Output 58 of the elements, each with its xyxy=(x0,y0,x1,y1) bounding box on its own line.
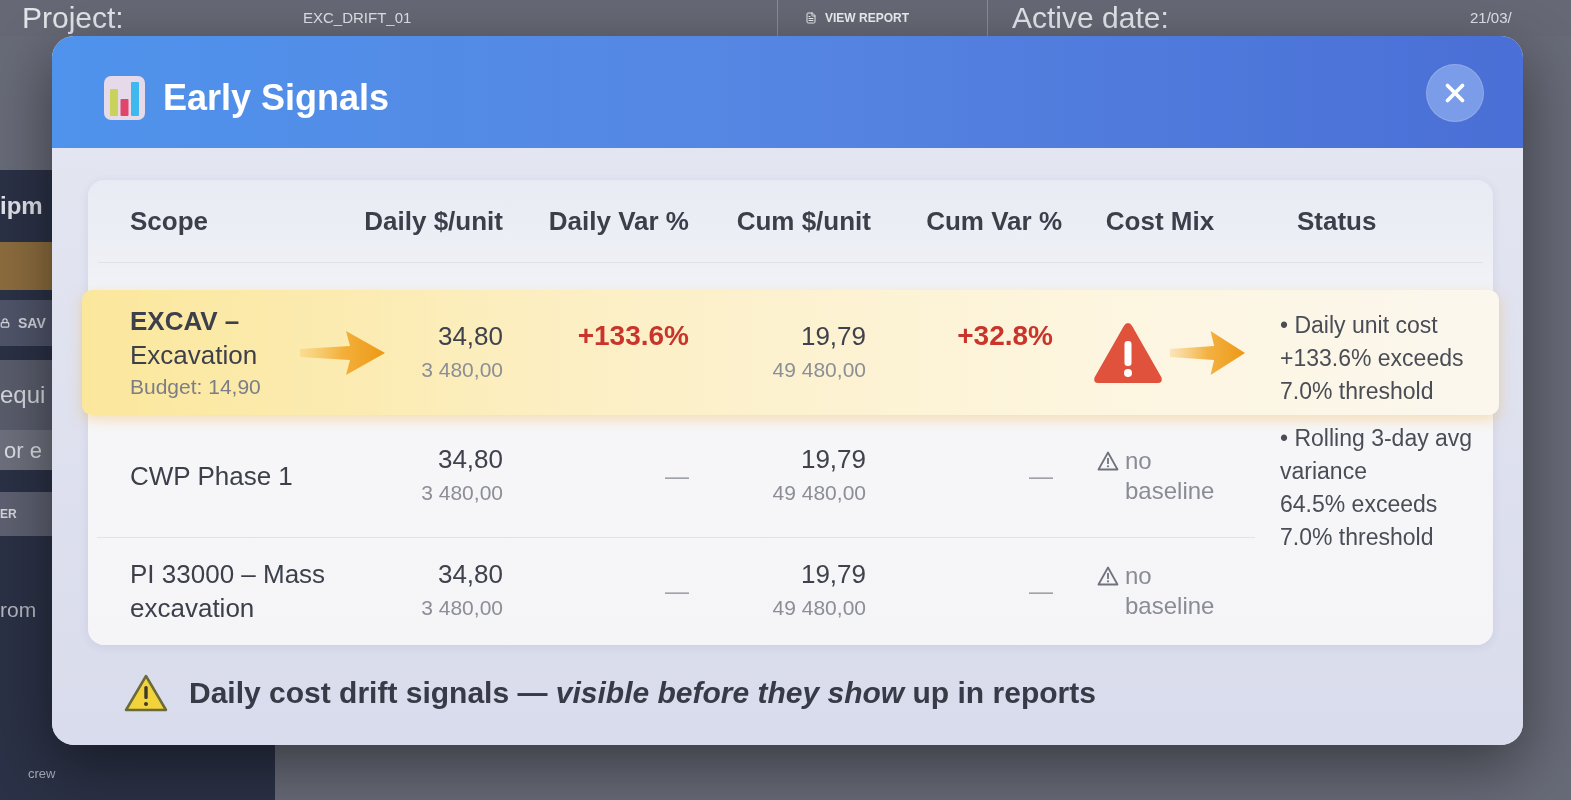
total-cost: 49 480,00 xyxy=(772,356,866,383)
total-cost: 49 480,00 xyxy=(772,480,866,506)
header-value: EXC_DRIFT_01 xyxy=(303,9,412,27)
unit-cost: 34,80 xyxy=(437,319,503,353)
sidebar-accent-bar xyxy=(0,242,52,290)
unit-cost: 19,79 xyxy=(800,319,866,353)
total-cost: 49 480,00 xyxy=(772,595,866,621)
footer-note: Daily cost drift signals — visible before they show up in reports xyxy=(189,675,1096,711)
column-header: Cost Mix xyxy=(1105,204,1215,238)
variance-value: +133.6% xyxy=(577,318,689,353)
sidebar-field[interactable]: or e xyxy=(0,430,52,470)
budget-label: Budget: 14,90 xyxy=(130,373,261,400)
scope-name: EXCAV – Excavation xyxy=(130,304,258,372)
column-header: Scope xyxy=(130,204,209,238)
sidebar-label: equi xyxy=(0,380,46,410)
variance-value: — xyxy=(665,461,689,491)
header-value: 21/03/ xyxy=(1470,9,1512,27)
warning-outline-icon xyxy=(1097,566,1119,586)
status-note: • Rolling 3-day avg variance 64.5% exceeds 7.0% threshold xyxy=(1280,424,1473,552)
total-cost: 3 480,00 xyxy=(421,595,503,621)
variance-value: +32.8% xyxy=(957,318,1053,353)
alert-triangle-icon xyxy=(1093,321,1163,384)
scope-name: CWP Phase 1 xyxy=(130,460,293,493)
column-header: Daily Var % xyxy=(548,204,689,238)
page-heading: Active date: xyxy=(1012,1,1169,35)
warning-icon xyxy=(124,673,168,712)
column-header: Cum $/unit xyxy=(736,204,871,238)
column-header: Status xyxy=(1297,204,1377,238)
unit-cost: 19,79 xyxy=(800,443,866,476)
dialog-title: Early Signals xyxy=(163,76,390,120)
column-header: Daily $/unit xyxy=(364,204,503,238)
page-heading: Project: xyxy=(22,1,124,35)
arrow-icon xyxy=(1170,330,1245,375)
column-header: Cum Var % xyxy=(926,204,1062,238)
total-cost: 3 480,00 xyxy=(421,480,503,506)
document-icon xyxy=(805,12,817,24)
status-note: • Daily unit cost +133.6% exceeds 7.0% threshold xyxy=(1280,311,1464,406)
sidebar-button[interactable]: ER xyxy=(0,492,52,536)
view-report-button[interactable]: VIEW REPORT xyxy=(805,10,909,26)
unit-cost: 19,79 xyxy=(800,558,866,591)
unit-cost: 34,80 xyxy=(437,443,503,476)
no-baseline-label: no baseline xyxy=(1125,561,1216,621)
sidebar-text: crew xyxy=(28,765,56,784)
no-baseline-label: no baseline xyxy=(1125,446,1216,506)
variance-value: — xyxy=(1029,576,1053,606)
unit-cost: 34,80 xyxy=(437,558,503,591)
scope-name: PI 33000 – Mass excavation xyxy=(130,558,326,625)
sidebar-button[interactable]: SAV xyxy=(0,300,52,346)
warning-outline-icon xyxy=(1097,451,1119,471)
lock-icon xyxy=(0,318,10,328)
close-button[interactable] xyxy=(1427,65,1483,121)
bar-chart-icon xyxy=(104,76,145,120)
variance-value: — xyxy=(1029,461,1053,491)
sidebar-text: rom xyxy=(0,597,37,624)
variance-value: — xyxy=(665,576,689,606)
sidebar-heading: ipm xyxy=(0,191,43,221)
total-cost: 3 480,00 xyxy=(421,356,503,383)
arrow-icon xyxy=(300,330,385,375)
